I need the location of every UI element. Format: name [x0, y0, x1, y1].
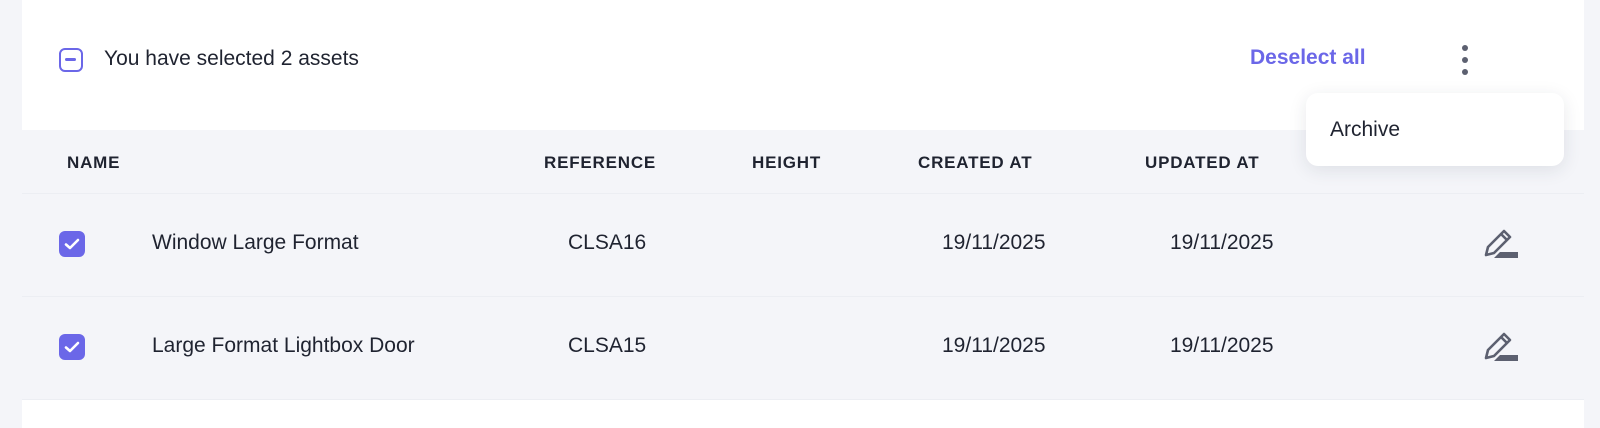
kebab-vertical-icon[interactable] [1448, 42, 1482, 78]
asset-reference: CLSA16 [568, 231, 647, 254]
asset-updated-at: 19/11/2025 [1170, 231, 1274, 254]
table-row[interactable]: Window Large Format CLSA16 19/11/2025 19… [22, 193, 1584, 297]
column-header-created-at[interactable]: CREATED AT [918, 153, 1032, 173]
edit-pencil-icon[interactable] [1482, 227, 1520, 261]
row-checkbox-checked[interactable] [59, 231, 85, 257]
select-all-checkbox-indeterminate[interactable] [59, 48, 83, 72]
asset-name[interactable]: Window Large Format [152, 231, 359, 255]
asset-updated-at: 19/11/2025 [1170, 334, 1274, 357]
column-header-reference[interactable]: REFERENCE [544, 153, 656, 173]
minus-icon [65, 58, 76, 61]
table-footer-divider [22, 399, 1584, 428]
asset-reference: CLSA15 [568, 334, 647, 357]
checkmark-icon [64, 341, 80, 353]
deselect-all-button[interactable]: Deselect all [1250, 46, 1366, 70]
asset-created-at: 19/11/2025 [942, 334, 1046, 357]
menu-item-archive[interactable]: Archive [1330, 118, 1400, 142]
row-checkbox-checked[interactable] [59, 334, 85, 360]
checkmark-icon [64, 238, 80, 250]
asset-name[interactable]: Large Format Lightbox Door [152, 334, 415, 358]
asset-created-at: 19/11/2025 [942, 231, 1046, 254]
actions-dropdown-menu: Archive [1306, 93, 1564, 166]
table-row[interactable]: Large Format Lightbox Door CLSA15 19/11/… [22, 296, 1584, 400]
column-header-height[interactable]: HEIGHT [752, 153, 821, 173]
selection-count-text: You have selected 2 assets [104, 47, 359, 70]
column-header-name[interactable]: NAME [67, 153, 120, 173]
column-header-updated-at[interactable]: UPDATED AT [1145, 153, 1259, 173]
asset-list-panel: You have selected 2 assets Deselect all … [22, 0, 1584, 428]
edit-pencil-icon[interactable] [1482, 330, 1520, 364]
